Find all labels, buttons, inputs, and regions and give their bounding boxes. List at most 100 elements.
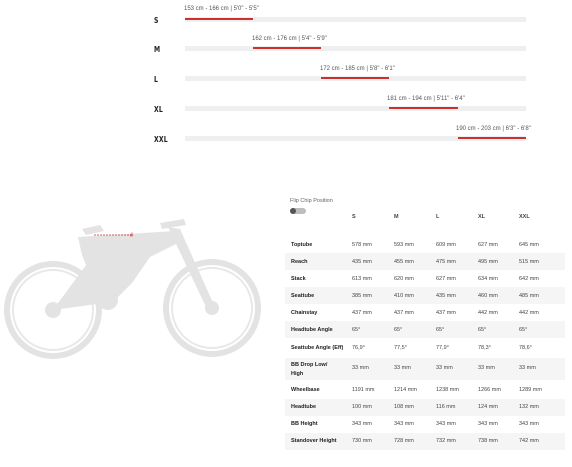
size-range-bar <box>253 47 321 49</box>
cell-value: 475 mm <box>436 259 456 265</box>
column-header: M <box>394 214 399 220</box>
flip-chip-toggle[interactable] <box>290 208 306 214</box>
cell-value: 76,9° <box>352 345 365 351</box>
cell-value: 642 mm <box>519 276 539 282</box>
cell-value: 343 mm <box>394 421 414 427</box>
size-row-l: L 172 cm - 185 cm | 5'8" - 6'1" <box>0 66 572 104</box>
cell-value: 620 mm <box>394 276 414 282</box>
cell-value: 132 mm <box>519 404 539 410</box>
size-range-bar <box>185 18 253 20</box>
row-label: Standover Height <box>291 438 337 444</box>
cell-value: 460 mm <box>478 293 498 299</box>
size-label: S <box>154 16 159 25</box>
cell-value: 437 mm <box>436 310 456 316</box>
flip-chip-title: Flip Chip Position <box>290 198 333 204</box>
size-label: M <box>154 45 161 54</box>
cell-value: 343 mm <box>352 421 372 427</box>
row-label: Toptube <box>291 242 313 248</box>
cell-value: 33 mm <box>478 365 495 371</box>
cell-value: 609 mm <box>436 242 456 248</box>
cell-value: 1214 mm <box>394 387 417 393</box>
size-label: XL <box>154 105 163 114</box>
cell-value: 435 mm <box>436 293 456 299</box>
cell-value: 100 mm <box>352 404 372 410</box>
cell-value: 65° <box>436 327 445 333</box>
cell-value: 65° <box>352 327 361 333</box>
size-range-bar <box>458 137 526 139</box>
row-label: Seattube Angle (Eff) <box>291 345 344 351</box>
cell-value: 1266 mm <box>478 387 501 393</box>
cell-value: 108 mm <box>394 404 414 410</box>
size-track <box>185 46 526 51</box>
cell-value: 78,3° <box>478 345 491 351</box>
table-row: Headtube Angle 65° 65° 65° 65° 65° <box>285 321 565 338</box>
cell-value: 343 mm <box>478 421 498 427</box>
cell-value: 343 mm <box>436 421 456 427</box>
table-row: Stack 613 mm 620 mm 627 mm 634 mm 642 mm <box>285 270 565 287</box>
cell-value: 410 mm <box>394 293 414 299</box>
size-label: XXL <box>154 135 168 144</box>
row-label: Wheelbase <box>291 387 320 393</box>
cell-value: 1289 mm <box>519 387 542 393</box>
table-row: BB Drop Low/ High 33 mm 33 mm 33 mm 33 m… <box>285 358 565 380</box>
row-label: BB Height <box>291 421 318 427</box>
size-range-text: 162 cm - 176 cm | 5'4" - 5'9" <box>252 36 327 42</box>
table-row: Headtube 100 mm 108 mm 116 mm 124 mm 132… <box>285 399 565 416</box>
size-range-text: 153 cm - 166 cm | 5'0" - 5'5" <box>184 6 259 12</box>
column-header: XXL <box>519 214 530 220</box>
cell-value: 627 mm <box>436 276 456 282</box>
cell-value: 124 mm <box>478 404 498 410</box>
table-row: Seattube 385 mm 410 mm 435 mm 460 mm 485… <box>285 287 565 304</box>
table-row: Seattube Angle (Eff) 76,9° 77,5° 77,9° 7… <box>285 338 565 358</box>
table-row: Toptube 578 mm 593 mm 609 mm 627 mm 645 … <box>285 236 565 253</box>
size-row-m: M 162 cm - 176 cm | 5'4" - 5'9" <box>0 36 572 74</box>
cell-value: 343 mm <box>519 421 539 427</box>
cell-value: 738 mm <box>478 438 498 444</box>
cell-value: 437 mm <box>352 310 372 316</box>
cell-value: 1238 mm <box>436 387 459 393</box>
cell-value: 732 mm <box>436 438 456 444</box>
cell-value: 645 mm <box>519 242 539 248</box>
cell-value: 65° <box>478 327 487 333</box>
cell-value: 435 mm <box>352 259 372 265</box>
row-label: Reach <box>291 259 308 265</box>
size-range-bar <box>389 107 458 109</box>
cell-value: 634 mm <box>478 276 498 282</box>
cell-value: 77,9° <box>436 345 449 351</box>
cell-value: 33 mm <box>436 365 453 371</box>
cell-value: 78,6° <box>519 345 532 351</box>
table-row: Chainstay 437 mm 437 mm 437 mm 442 mm 44… <box>285 304 565 321</box>
size-range-text: 172 cm - 185 cm | 5'8" - 6'1" <box>320 66 395 72</box>
cell-value: 730 mm <box>352 438 372 444</box>
row-label: Headtube <box>291 404 317 410</box>
column-header: XL <box>478 214 486 220</box>
cell-value: 1191 mm <box>352 387 375 393</box>
size-track <box>185 106 526 111</box>
size-row-xxl: XXL 190 cm - 203 cm | 6'3" - 6'8" <box>0 126 572 164</box>
cell-value: 613 mm <box>352 276 372 282</box>
table-row: BB Height 343 mm 343 mm 343 mm 343 mm 34… <box>285 416 565 433</box>
row-label: Stack <box>291 276 306 282</box>
size-range-text: 181 cm - 194 cm | 5'11" - 6'4" <box>387 96 465 102</box>
table-row: Wheelbase 1191 mm 1214 mm 1238 mm 1266 m… <box>285 382 565 399</box>
row-label: Headtube Angle <box>291 327 333 333</box>
column-header: L <box>436 214 440 220</box>
cell-value: 65° <box>394 327 403 333</box>
cell-value: 385 mm <box>352 293 372 299</box>
cell-value: 442 mm <box>519 310 539 316</box>
cell-value: 442 mm <box>478 310 498 316</box>
cell-value: 437 mm <box>394 310 414 316</box>
row-label: Chainstay <box>291 310 318 316</box>
cell-value: 515 mm <box>519 259 539 265</box>
cell-value: 485 mm <box>519 293 539 299</box>
size-label: L <box>154 75 159 84</box>
size-range-bar <box>321 77 389 79</box>
cell-value: 495 mm <box>478 259 498 265</box>
cell-value: 455 mm <box>394 259 414 265</box>
row-label: BB Drop Low/ High <box>291 362 328 377</box>
cell-value: 578 mm <box>352 242 372 248</box>
cell-value: 33 mm <box>519 365 536 371</box>
column-header: S <box>352 214 356 220</box>
cell-value: 65° <box>519 327 528 333</box>
size-range-text: 190 cm - 203 cm | 6'3" - 6'8" <box>456 126 531 132</box>
